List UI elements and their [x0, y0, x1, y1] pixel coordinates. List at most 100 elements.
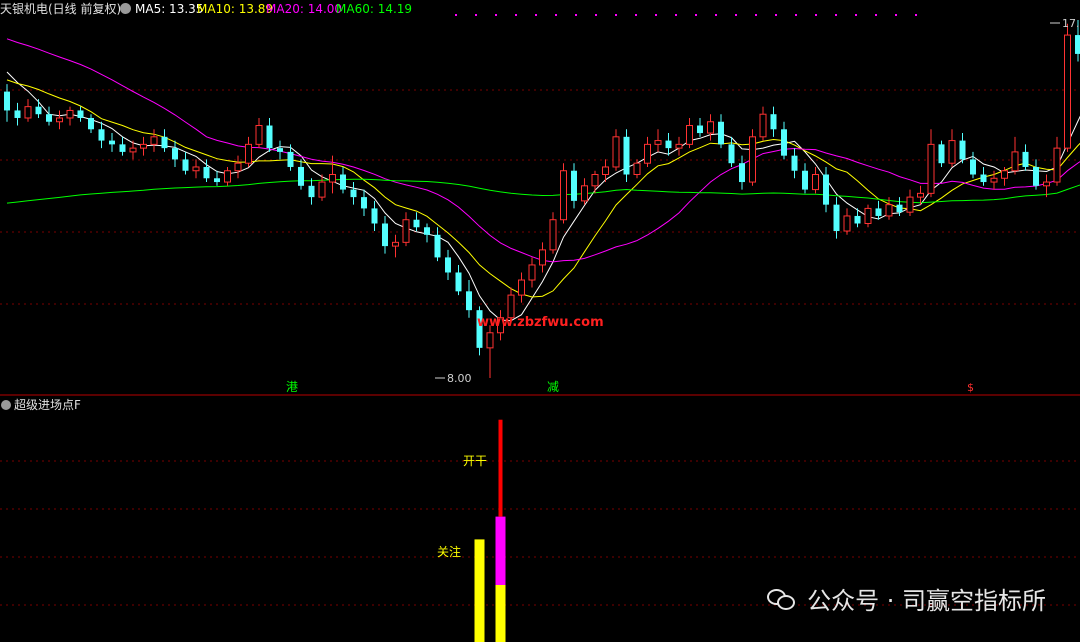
indicator-title: 超级进场点F — [14, 398, 81, 412]
candle — [1064, 23, 1071, 152]
top-marker-dot — [675, 14, 677, 16]
signal-label-go: 开干 — [463, 454, 487, 468]
candle-body — [980, 174, 987, 183]
candle-body — [539, 249, 546, 266]
candle — [927, 129, 935, 198]
candle-body — [528, 264, 536, 281]
top-marker-dot — [495, 14, 497, 16]
candle — [823, 166, 829, 213]
candle-body — [675, 143, 683, 149]
chart-stage: 8.00 17.5 港 减 $ www.zbzfwu.com 关注 开干 — [0, 14, 1080, 642]
candle — [161, 129, 168, 152]
ma10-label: MA10: 13.89 — [197, 2, 274, 16]
candle — [486, 325, 494, 378]
candle-body — [392, 241, 399, 247]
candle-body — [413, 219, 420, 228]
candle-body — [192, 166, 200, 172]
candle-body — [371, 208, 378, 224]
candle — [119, 136, 126, 156]
candle — [843, 208, 851, 235]
candle — [308, 178, 315, 205]
account-name: 公众号 · 司赢空指标所 — [807, 587, 1046, 615]
candle — [402, 212, 410, 247]
candle-body — [739, 163, 745, 183]
indicator-settings-icon[interactable] — [1, 400, 11, 410]
candle-body — [581, 185, 588, 202]
grid-lines — [0, 14, 1080, 606]
candle — [802, 163, 808, 194]
candle-body — [833, 204, 840, 232]
candle — [791, 148, 798, 179]
candle — [172, 140, 178, 167]
candle — [46, 106, 52, 126]
candle — [371, 200, 378, 232]
candle-body — [245, 143, 252, 164]
top-marker-dot — [695, 14, 697, 16]
candle-body — [823, 174, 829, 205]
event-label-1: 减 — [547, 380, 559, 394]
candle — [759, 106, 767, 141]
candle-body — [864, 207, 872, 224]
candle-body — [938, 144, 945, 164]
ma60-label: MA60: 14.19 — [336, 2, 413, 16]
candle-body — [571, 170, 577, 201]
candle — [350, 182, 357, 205]
candle — [938, 140, 945, 167]
top-marker-dot — [755, 14, 757, 16]
candle-body — [854, 215, 861, 224]
top-marker-dot — [775, 14, 777, 16]
settings-icon[interactable] — [120, 3, 131, 14]
candle — [318, 174, 326, 201]
candle — [277, 140, 283, 160]
top-marker-dot — [515, 14, 517, 16]
candle — [770, 106, 777, 137]
candle — [654, 129, 662, 152]
candle-body — [14, 110, 21, 118]
candle-body — [686, 125, 693, 145]
candle-body — [224, 170, 231, 183]
candle-body — [329, 174, 336, 183]
top-marker-dot — [915, 14, 917, 16]
top-marker-dot — [795, 14, 797, 16]
candle — [4, 84, 10, 122]
candle — [56, 110, 63, 130]
candle-body — [885, 204, 893, 217]
candle-body — [791, 155, 798, 171]
candle-body — [287, 151, 294, 167]
candle-body — [802, 170, 808, 190]
candle-body — [4, 91, 10, 111]
candle-body — [623, 136, 630, 175]
candle-body — [424, 227, 430, 235]
candle-body — [277, 148, 283, 152]
top-marker-dot — [535, 14, 537, 16]
candle — [109, 133, 115, 152]
candle-body — [591, 174, 599, 187]
candle-body — [214, 178, 220, 183]
candle-body — [1075, 35, 1080, 54]
account-watermark: 公众号 · 司赢空指标所 — [767, 581, 1046, 616]
candle-body — [88, 117, 94, 130]
candle-body — [875, 208, 882, 216]
candle-body — [35, 106, 42, 115]
candle — [445, 249, 451, 281]
ma20-label: MA20: 14.00 — [266, 2, 343, 16]
candle-body — [382, 223, 388, 247]
candle-body — [602, 166, 609, 176]
candle — [140, 136, 147, 156]
top-marker-dot — [635, 14, 637, 16]
candle — [88, 114, 94, 134]
candle-body — [1033, 166, 1039, 186]
candle-body — [98, 129, 105, 141]
stock-title: 天银机电(日线 前复权) — [0, 2, 122, 16]
candle — [382, 215, 388, 254]
candle-body — [350, 189, 357, 198]
candle — [707, 114, 714, 141]
candle-body — [644, 143, 651, 164]
candle — [413, 212, 420, 232]
candle-body — [1053, 147, 1061, 183]
candle — [192, 159, 200, 179]
candle-body — [24, 106, 32, 119]
candle — [424, 223, 430, 243]
candle — [718, 114, 724, 149]
candle — [906, 189, 914, 216]
